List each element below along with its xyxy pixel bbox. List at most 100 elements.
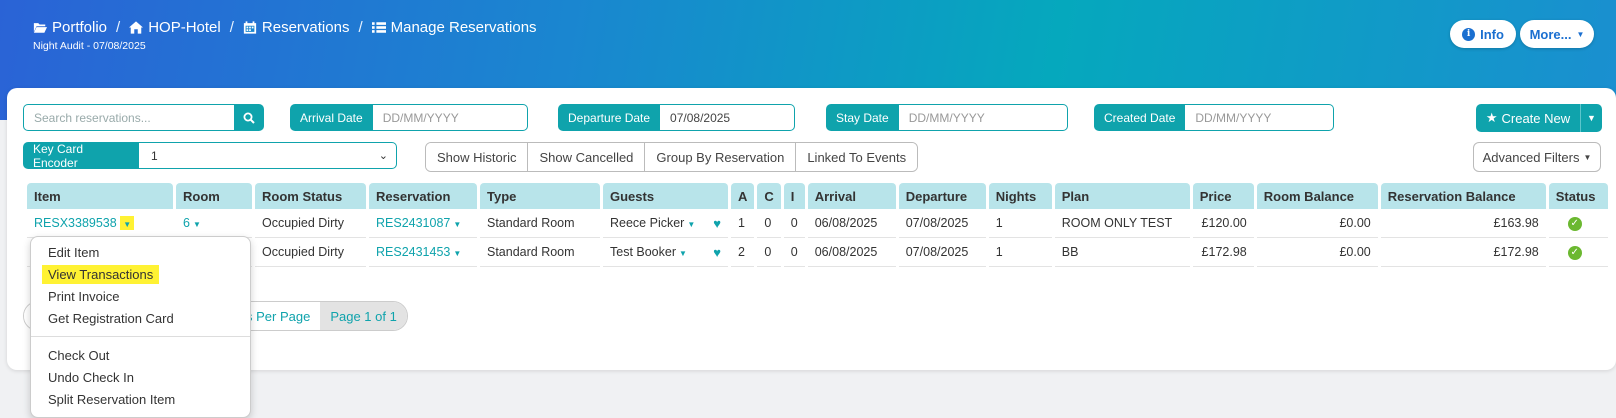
create-new-main[interactable]: ★ Create New	[1476, 110, 1580, 126]
arrival-cell: 06/08/2025	[807, 238, 896, 267]
created-date-label: Created Date	[1094, 104, 1186, 131]
caret-down-icon[interactable]: ▼	[453, 220, 461, 229]
show-historic-button[interactable]: Show Historic	[426, 143, 529, 171]
price-cell: £172.98	[1192, 238, 1254, 267]
advanced-filters-button[interactable]: Advanced Filters ▼	[1473, 142, 1601, 172]
column-header-status[interactable]: Status	[1548, 183, 1608, 209]
breadcrumb: Portfolio / HOP-Hotel / Reservations / M…	[33, 19, 537, 36]
type-cell: Standard Room	[480, 209, 600, 238]
column-header-infants[interactable]: I	[783, 183, 805, 209]
item-cell[interactable]: RESX3389538 ▼	[27, 209, 173, 238]
departure-date-input[interactable]: 07/08/2025	[660, 104, 796, 131]
column-header-reservation-balance[interactable]: Reservation Balance	[1380, 183, 1546, 209]
column-header-reservation[interactable]: Reservation	[369, 183, 477, 209]
reservation-cell[interactable]: RES2431453 ▼	[369, 238, 477, 267]
menu-item-print-invoice[interactable]: Print Invoice	[31, 285, 250, 307]
group-by-reservation-button[interactable]: Group By Reservation	[645, 143, 797, 171]
nights-cell: 1	[988, 209, 1052, 238]
home-icon	[129, 21, 144, 34]
stay-date-filter: Stay Date DD/MM/YYYY	[826, 104, 1068, 131]
created-date-filter: Created Date DD/MM/YYYY	[1094, 104, 1335, 131]
arrival-date-input[interactable]: DD/MM/YYYY	[372, 104, 528, 131]
heart-icon[interactable]: ♥	[713, 216, 721, 231]
breadcrumb-separator: /	[358, 19, 363, 36]
children-cell: 0	[757, 238, 781, 267]
breadcrumb-portfolio[interactable]: Portfolio	[33, 19, 107, 36]
caret-down-icon[interactable]: ▼	[679, 249, 687, 258]
caret-down-icon[interactable]: ▼	[687, 220, 695, 229]
stay-date-label: Stay Date	[826, 104, 899, 131]
menu-item-edit-item[interactable]: Edit Item	[31, 241, 250, 263]
search-button[interactable]	[234, 104, 264, 131]
table-row[interactable]: Occupied Dirty RES2431453 ▼ Standard Room…	[27, 238, 1608, 267]
room-balance-cell: £0.00	[1256, 209, 1378, 238]
breadcrumb-hotel[interactable]: HOP-Hotel	[129, 19, 221, 36]
caret-down-icon[interactable]: ▼	[193, 220, 201, 229]
chevron-down-icon: ⌄	[378, 150, 388, 162]
menu-item-split-reservation-item[interactable]: Split Reservation Item	[31, 388, 250, 410]
caret-down-icon[interactable]: ▼	[453, 249, 461, 258]
table-row[interactable]: RESX3389538 ▼ 6 ▼ Occupied Dirty RES24310…	[27, 209, 1608, 238]
create-new-dropdown-toggle[interactable]: ▼	[1580, 104, 1602, 132]
column-header-room[interactable]: Room	[176, 183, 252, 209]
breadcrumb-reservations[interactable]: Reservations	[243, 19, 349, 36]
caret-down-icon: ▼	[1583, 152, 1592, 162]
arrival-cell: 06/08/2025	[807, 209, 896, 238]
info-button[interactable]: i Info	[1450, 20, 1516, 48]
heart-icon[interactable]: ♥	[713, 245, 721, 260]
caret-down-icon: ▼	[1576, 29, 1585, 39]
star-icon: ★	[1485, 110, 1498, 125]
column-header-adults[interactable]: A	[731, 183, 755, 209]
adults-cell: 1	[731, 209, 755, 238]
item-dropdown-toggle[interactable]: ▼	[120, 216, 135, 230]
infants-cell: 0	[783, 209, 805, 238]
page-indicator: Page 1 of 1	[320, 302, 407, 330]
room-cell[interactable]: 6 ▼	[176, 209, 252, 238]
column-header-price[interactable]: Price	[1192, 183, 1254, 209]
key-card-encoder: Key Card Encoder 1 ⌄	[23, 142, 397, 170]
column-header-nights[interactable]: Nights	[988, 183, 1052, 209]
reservation-cell[interactable]: RES2431087 ▼	[369, 209, 477, 238]
departure-date-label: Departure Date	[558, 104, 661, 131]
created-date-input[interactable]: DD/MM/YYYY	[1185, 104, 1335, 131]
column-header-arrival[interactable]: Arrival	[807, 183, 896, 209]
column-header-plan[interactable]: Plan	[1054, 183, 1190, 209]
reservations-table: Item Room Room Status Reservation Type G…	[24, 183, 1611, 267]
breadcrumb-manage-reservations: Manage Reservations	[371, 19, 537, 36]
show-cancelled-button[interactable]: Show Cancelled	[528, 143, 646, 171]
menu-item-view-transactions[interactable]: View Transactions	[31, 263, 250, 285]
children-cell: 0	[757, 209, 781, 238]
menu-item-get-registration-card[interactable]: Get Registration Card	[31, 307, 250, 329]
column-header-type[interactable]: Type	[480, 183, 600, 209]
list-icon	[371, 22, 386, 33]
reservation-balance-cell: £172.98	[1380, 238, 1546, 267]
column-header-children[interactable]: C	[757, 183, 781, 209]
stay-date-input[interactable]: DD/MM/YYYY	[898, 104, 1068, 131]
column-header-departure[interactable]: Departure	[898, 183, 986, 209]
departure-date-filter: Departure Date 07/08/2025	[558, 104, 796, 131]
search-input[interactable]: Search reservations...	[23, 104, 235, 131]
linked-to-events-button[interactable]: Linked To Events	[796, 143, 918, 171]
item-context-menu: Edit Item View Transactions Print Invoic…	[30, 236, 251, 418]
menu-divider	[31, 336, 250, 337]
status-cell: ✓	[1548, 209, 1608, 238]
room-balance-cell: £0.00	[1256, 238, 1378, 267]
key-card-encoder-select[interactable]: 1 ⌄	[139, 142, 397, 169]
create-new-button[interactable]: ★ Create New ▼	[1476, 104, 1602, 132]
status-cell: ✓	[1548, 238, 1608, 267]
check-circle-icon: ✓	[1567, 245, 1582, 260]
breadcrumb-separator: /	[229, 19, 234, 36]
column-header-item[interactable]: Item	[27, 183, 173, 209]
room-status-cell: Occupied Dirty	[255, 238, 366, 267]
search-icon	[243, 112, 255, 124]
item-link[interactable]: RESX3389538	[34, 216, 117, 230]
more-button[interactable]: More... ▼	[1520, 20, 1594, 48]
menu-item-undo-check-in[interactable]: Undo Check In	[31, 366, 250, 388]
guest-cell[interactable]: Test Booker ▼ ♥	[603, 238, 728, 267]
guest-cell[interactable]: Reece Picker ▼ ♥	[603, 209, 728, 238]
column-header-guests[interactable]: Guests	[603, 183, 728, 209]
column-header-room-status[interactable]: Room Status	[255, 183, 366, 209]
column-header-room-balance[interactable]: Room Balance	[1256, 183, 1378, 209]
menu-item-check-out[interactable]: Check Out	[31, 344, 250, 366]
arrival-date-label: Arrival Date	[290, 104, 373, 131]
